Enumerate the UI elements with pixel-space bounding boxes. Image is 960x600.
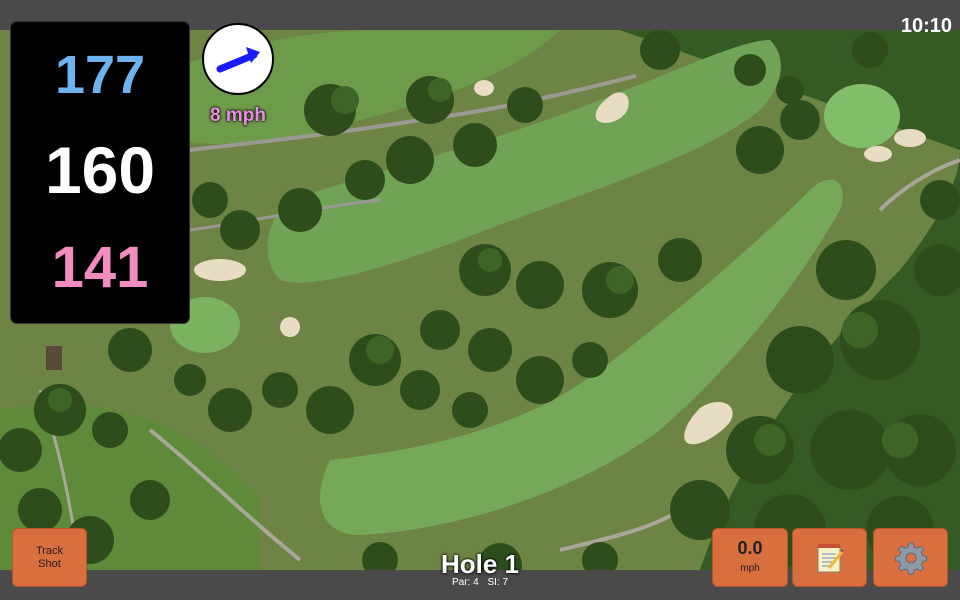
wind-direction-indicator — [202, 23, 274, 95]
front-distance: 141 — [51, 235, 149, 300]
hole-title: Hole 1 — [440, 549, 520, 579]
back-distance: 177 — [54, 45, 146, 105]
clock: 10:10 — [900, 15, 952, 37]
speed-unit: mph — [740, 563, 760, 574]
speed-button[interactable]: 0.0 mph — [712, 528, 788, 587]
track-shot-line1: Track — [35, 545, 64, 557]
track-shot-line2: Shot — [38, 558, 61, 570]
track-shot-button[interactable]: Track Shot — [12, 528, 87, 587]
par-label: Par: 4 — [451, 577, 479, 588]
si-label: SI: 7 — [487, 577, 509, 588]
track-shot-label: Track Shot — [12, 528, 87, 571]
settings-button[interactable] — [873, 528, 948, 587]
wind-arrow-icon — [216, 47, 260, 73]
notes-button[interactable] — [792, 528, 867, 587]
speed-value: 0.0 — [737, 538, 763, 558]
wind-speed: 8 mph — [210, 105, 266, 126]
hole-info: Par: 4 SI: 7 — [380, 577, 580, 588]
gear-icon — [894, 542, 927, 575]
notepad-icon — [817, 543, 843, 572]
center-distance: 160 — [44, 133, 156, 207]
distance-panel: 177 160 141 — [11, 22, 189, 323]
